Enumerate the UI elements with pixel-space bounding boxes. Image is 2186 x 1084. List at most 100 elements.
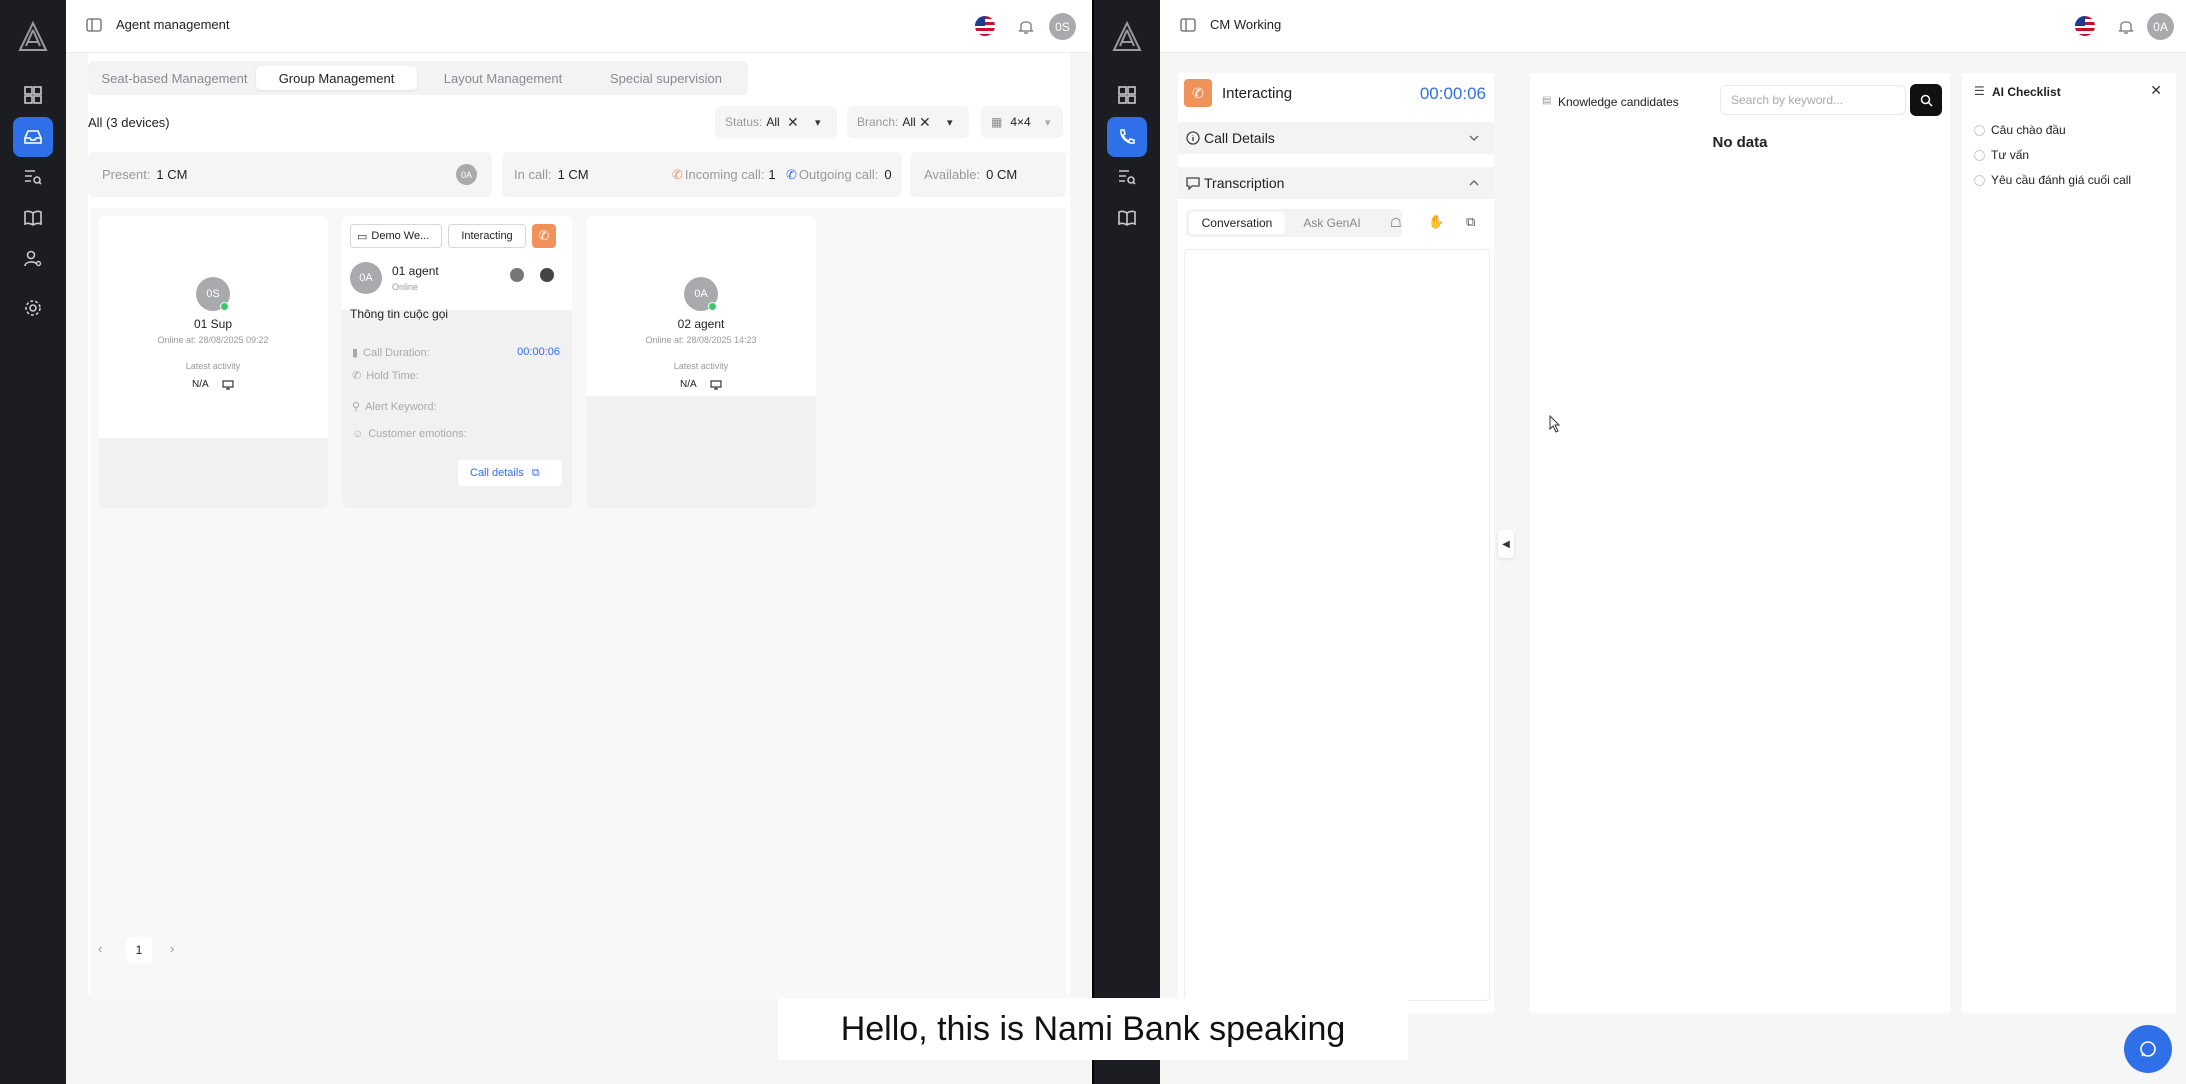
list-search-icon[interactable] — [13, 157, 53, 197]
tab-layout-management[interactable]: Layout Management — [420, 66, 586, 90]
checklist-item[interactable]: Câu chào đầu — [1974, 123, 2066, 137]
device-badge[interactable]: ▭ Demo We... — [350, 224, 442, 248]
checklist-item[interactable]: Tư vấn — [1974, 148, 2029, 162]
branch-filter-label: Branch: — [857, 115, 899, 129]
notification-bell-icon[interactable] — [2116, 16, 2136, 36]
mouse-cursor-icon — [1549, 415, 1561, 433]
tab-ask-genai[interactable]: Ask GenAI — [1290, 212, 1374, 234]
chevron-down-icon[interactable]: ▾ — [815, 116, 821, 129]
chevron-down-icon[interactable]: ▾ — [947, 116, 953, 129]
chat-icon[interactable] — [540, 268, 554, 282]
incoming-call-stat: ✆ Incoming call: 1 — [672, 167, 776, 183]
bot-icon[interactable]: ☖ — [1390, 215, 1402, 231]
user-settings-icon[interactable] — [13, 239, 53, 279]
call-status: Interacting — [1222, 85, 1293, 102]
checkbox-icon — [1974, 149, 1985, 161]
call-timer: 00:00:06 — [1419, 84, 1486, 103]
agent-status: Online — [392, 282, 419, 292]
language-flag-icon[interactable] — [2075, 16, 2095, 36]
video-caption: Hello, this is Nami Bank speaking — [778, 998, 1408, 1060]
dashboard-icon[interactable] — [1107, 75, 1147, 115]
customer-emotions-row: ☺ Customer emotions: — [352, 428, 467, 440]
incoming-call-icon: ✆ — [1184, 79, 1212, 107]
list-search-icon[interactable] — [1107, 157, 1147, 197]
book-icon[interactable] — [13, 198, 53, 238]
latest-activity-label: Latest activity — [673, 361, 729, 371]
page-1-button[interactable]: 1 — [126, 937, 152, 963]
tab-seat-based[interactable]: Seat-based Management — [92, 66, 257, 90]
agent-card-interacting[interactable]: ▭ Demo We... Interacting ✆ 0A 01 agent On… — [342, 216, 572, 508]
monitor-icon: ▭ — [357, 230, 368, 243]
latest-activity-label: Latest activity — [185, 361, 241, 371]
agent-card[interactable]: 0S 01 Sup Online at: 28/08/2025 09:22 La… — [98, 216, 328, 508]
tab-group-management[interactable]: Group Management — [256, 66, 417, 90]
no-data-message: No data — [1712, 134, 1768, 151]
call-duration-row: ▮ Call Duration: — [352, 346, 430, 360]
user-avatar[interactable]: 0A — [2147, 13, 2174, 40]
dashboard-icon[interactable] — [13, 75, 53, 115]
search-button[interactable] — [1910, 84, 1942, 116]
sidebar-toggle-icon[interactable] — [86, 17, 102, 33]
prev-page-button[interactable]: ‹ — [98, 941, 102, 956]
agent-management-window: Agent management 0S Seat-based Managemen… — [0, 0, 1092, 1084]
agent-card[interactable]: 0A 02 agent Online at: 28/08/2025 14:23 … — [586, 216, 816, 508]
user-avatar[interactable]: 0S — [1049, 13, 1076, 40]
checkbox-icon — [1974, 174, 1985, 186]
status-filter-label: Status: — [725, 115, 763, 129]
management-tabs: Seat-based Management Group Management L… — [88, 61, 748, 95]
agent-name: 01 agent — [392, 264, 439, 278]
avatar: 0A — [350, 262, 382, 294]
present-value: 1 CM — [156, 167, 188, 182]
grid-icon: ▦ — [991, 115, 1003, 129]
outgoing-call-icon: ✆ — [786, 166, 797, 182]
card-footer — [586, 396, 816, 508]
smile-icon: ☺ — [352, 428, 364, 440]
chevron-up-icon[interactable] — [1468, 177, 1480, 189]
online-dot — [708, 302, 717, 311]
outgoing-call-value: 0 — [884, 167, 892, 182]
call-duration-value: 00:00:06 — [517, 346, 560, 358]
hand-icon[interactable]: ✋ — [1428, 214, 1444, 230]
incoming-call-value: 1 — [768, 167, 776, 182]
sidebar-toggle-icon[interactable] — [1180, 17, 1196, 33]
clear-status-icon[interactable]: ✕ — [787, 114, 799, 131]
language-flag-icon[interactable] — [975, 16, 995, 36]
grid-size-select[interactable]: ▦ 4×4 ▾ — [981, 106, 1063, 138]
collapse-panel-button[interactable]: ◀ — [1498, 530, 1514, 558]
clear-branch-icon[interactable]: ✕ — [919, 114, 931, 131]
branch-filter[interactable]: Branch: All ✕ ▾ — [847, 106, 969, 138]
next-page-button[interactable]: › — [170, 941, 174, 956]
call-panel: ✆ Interacting 00:00:06 Call Details Tran… — [1178, 73, 1494, 1013]
book-icon[interactable] — [1107, 198, 1147, 238]
tab-conversation[interactable]: Conversation — [1189, 212, 1285, 234]
app-logo — [1112, 20, 1142, 51]
call-details-header[interactable]: Call Details — [1178, 122, 1494, 154]
copy-icon[interactable]: ⧉ — [1466, 214, 1475, 230]
phone-icon[interactable] — [1107, 117, 1147, 157]
settings-icon[interactable] — [13, 288, 53, 328]
status-filter[interactable]: Status: All ✕ ▾ — [715, 106, 837, 138]
chevron-down-icon[interactable] — [1468, 132, 1480, 144]
top-bar: CM Working 0A — [1160, 0, 2186, 53]
listen-icon[interactable] — [510, 268, 524, 282]
call-details-link[interactable]: Call details ⧉ — [458, 460, 562, 486]
conversation-area[interactable] — [1184, 249, 1490, 1001]
filter-icon: ⚲ — [352, 401, 361, 413]
notification-bell-icon[interactable] — [1016, 16, 1036, 36]
search-input[interactable]: Search by keyword... — [1720, 85, 1906, 115]
checklist-item-label: Yêu cầu đánh giá cuối call — [1991, 173, 2132, 187]
in-call-label: In call: — [514, 167, 552, 182]
tab-special-supervision[interactable]: Special supervision — [586, 66, 746, 90]
close-icon[interactable]: ✕ — [2150, 82, 2162, 99]
monitor-icon — [222, 380, 234, 390]
transcription-header[interactable]: Transcription — [1178, 167, 1494, 199]
in-call-stat: In call: 1 CM ✆ Incoming call: 1 ✆ Outgoing … — [502, 152, 902, 197]
agent-name: 02 agent — [677, 317, 725, 331]
incoming-call-icon[interactable]: ✆ — [532, 224, 556, 248]
incoming-call-label: Incoming call: — [684, 167, 765, 182]
chevron-down-icon[interactable]: ▾ — [1045, 116, 1051, 129]
checklist-item[interactable]: Yêu cầu đánh giá cuối call — [1974, 173, 2131, 187]
available-label: Available: — [924, 167, 981, 182]
inbox-icon[interactable] — [13, 117, 53, 157]
chat-fab-button[interactable] — [2124, 1025, 2172, 1073]
